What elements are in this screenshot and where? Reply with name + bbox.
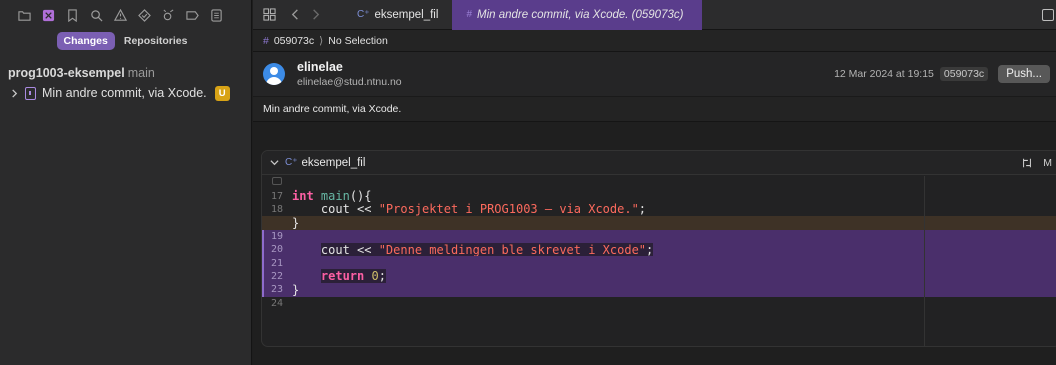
commit-icon [25, 86, 36, 100]
line-number: 20 [270, 244, 284, 256]
author-email: elinelae@stud.ntnu.no [297, 76, 402, 88]
back-arrow-icon[interactable] [285, 5, 305, 25]
grid-icon[interactable] [259, 5, 279, 25]
added-gutter [262, 269, 264, 284]
code-text: return 0; [320, 269, 386, 284]
added-gutter [262, 229, 264, 243]
repository-header[interactable]: prog1003-eksempel main [0, 66, 251, 80]
code-text: cout << "Prosjektet i PROG1003 – via Xco… [292, 202, 647, 217]
code-text: } [292, 215, 300, 230]
navigator-toolbar [0, 0, 251, 30]
issues-icon[interactable] [108, 5, 132, 25]
split-editor-icon[interactable] [1042, 8, 1054, 21]
tab-eksempel-fil[interactable]: C⁺ eksempel_fil [343, 0, 452, 30]
commit-meta: 12 Mar 2024 at 19:15 059073c Push... [834, 65, 1050, 83]
tab-label: eksempel_fil [374, 8, 439, 21]
push-button[interactable]: Push... [998, 65, 1050, 83]
segment-changes[interactable]: Changes [56, 32, 115, 50]
file-diff-panel: C⁺ eksempel_fil M 17 int main(){ 18 cout… [261, 150, 1056, 347]
tests-icon[interactable] [132, 5, 156, 25]
minimap-column [924, 176, 1056, 346]
author-name: elinelae [297, 60, 343, 74]
compare-icon[interactable] [1021, 157, 1033, 169]
commit-hash-icon: # [263, 34, 269, 47]
chevron-right-icon[interactable] [10, 88, 19, 98]
navigator-sidebar: Changes Repositories prog1003-eksempel ma… [0, 0, 252, 365]
breadcrumb-selection[interactable]: No Selection [328, 35, 388, 47]
added-gutter [262, 256, 264, 270]
fold-icon[interactable] [272, 177, 282, 186]
code-text: cout << "Denne meldingen ble skrevet i X… [320, 242, 654, 257]
diff-file-name: eksempel_fil [301, 156, 366, 169]
added-gutter [262, 242, 264, 257]
diff-tools: M [1021, 157, 1052, 169]
line-number: 24 [270, 297, 284, 309]
breadcrumb: # 059073c ⟩ No Selection [253, 30, 1056, 52]
modified-status: M [1043, 156, 1052, 169]
folder-icon[interactable] [12, 5, 36, 25]
commit-hash-icon: # [466, 9, 472, 20]
breadcrumb-separator: ⟩ [319, 34, 324, 47]
added-gutter [262, 283, 264, 297]
line-number: 19 [270, 230, 284, 242]
commit-message: Min andre commit, via Xcode. [253, 96, 1056, 122]
line-number: 23 [270, 284, 284, 296]
find-icon[interactable] [84, 5, 108, 25]
untracked-badge: U [214, 85, 230, 101]
cpp-file-icon: C⁺ [285, 157, 298, 168]
segment-repositories[interactable]: Repositories [117, 32, 195, 50]
reports-icon[interactable] [204, 5, 228, 25]
code-text: int main(){ [292, 189, 372, 204]
diff-file-header[interactable]: C⁺ eksempel_fil M [262, 151, 1056, 175]
forward-arrow-icon[interactable] [305, 5, 325, 25]
editor-area: C⁺ eksempel_fil # Min andre commit, via … [253, 0, 1056, 365]
line-number: 22 [270, 270, 284, 282]
chevron-down-icon[interactable] [270, 158, 279, 167]
tab-label: Min andre commit, via Xcode. (059073c) [476, 8, 684, 21]
line-number: 18 [270, 203, 284, 215]
tab-commit[interactable]: # Min andre commit, via Xcode. (059073c) [452, 0, 703, 30]
author-info: elinelae elinelae@stud.ntnu.no [297, 60, 402, 88]
commit-label: Min andre commit, via Xcode. [42, 86, 207, 100]
navigator-segmented-control: Changes Repositories [0, 30, 251, 52]
branch-name: main [127, 66, 155, 80]
bookmark-icon[interactable] [60, 5, 84, 25]
avatar [263, 63, 285, 85]
breakpoints-icon[interactable] [180, 5, 204, 25]
tab-bar: C⁺ eksempel_fil # Min andre commit, via … [253, 0, 1056, 30]
line-number: 21 [270, 257, 284, 269]
commit-list-item[interactable]: Min andre commit, via Xcode. U [0, 84, 251, 102]
repository-name: prog1003-eksempel [8, 66, 125, 80]
breadcrumb-commit[interactable]: 059073c [274, 35, 314, 47]
source-control-icon[interactable] [36, 5, 60, 25]
debug-icon[interactable] [156, 5, 180, 25]
code-text: } [292, 282, 300, 297]
line-number: 17 [270, 190, 284, 202]
commit-date: 12 Mar 2024 at 19:15 [834, 68, 934, 80]
commit-author-header: elinelae elinelae@stud.ntnu.no 12 Mar 20… [253, 52, 1056, 96]
cpp-file-icon: C⁺ [357, 9, 370, 20]
commit-hash: 059073c [939, 67, 989, 81]
